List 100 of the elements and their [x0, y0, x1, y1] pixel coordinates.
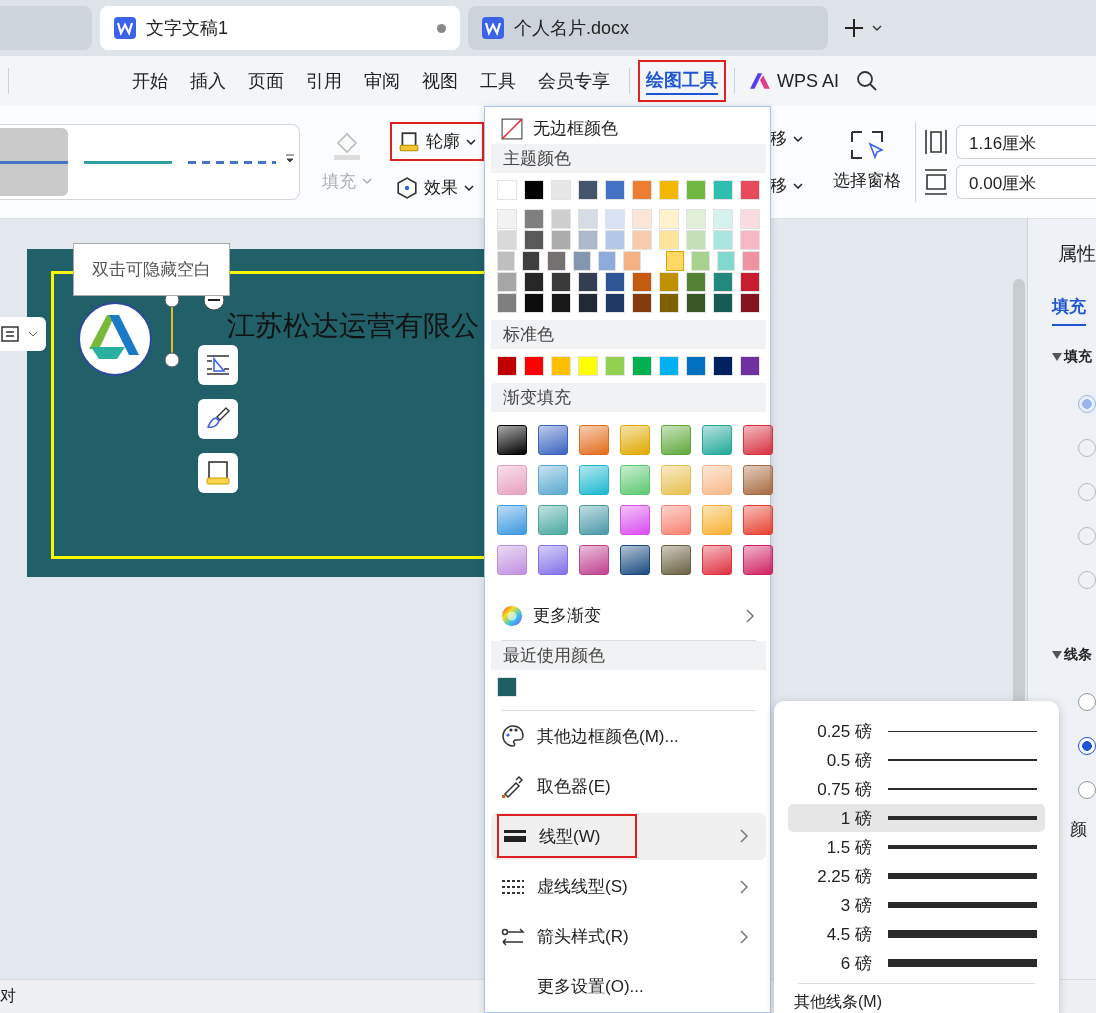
ai-menu-tab[interactable]: WPS AI — [771, 66, 850, 96]
color-swatch[interactable] — [572, 251, 591, 272]
color-swatch[interactable] — [605, 209, 625, 230]
color-swatch[interactable] — [605, 180, 625, 201]
gradient-swatch[interactable] — [743, 425, 773, 456]
gradient-swatch[interactable] — [497, 425, 527, 456]
more-gradients-item[interactable]: 更多渐变 — [491, 597, 766, 635]
color-swatch[interactable] — [686, 293, 706, 314]
menu-tab[interactable]: 引用 — [295, 65, 353, 97]
color-swatch[interactable] — [659, 230, 679, 251]
gradient-swatch[interactable] — [620, 425, 650, 456]
gradient-swatch[interactable] — [620, 545, 650, 576]
send-backward-button[interactable]: 移 — [764, 171, 809, 200]
document-tab[interactable]: 个人名片.docx — [468, 6, 828, 50]
color-swatch[interactable] — [605, 272, 625, 293]
color-swatch[interactable] — [578, 272, 598, 293]
color-swatch[interactable] — [524, 293, 544, 314]
color-swatch[interactable] — [659, 180, 679, 201]
menu-tab[interactable]: 绘图工具 — [638, 60, 726, 102]
color-swatch[interactable] — [659, 272, 679, 293]
document-tab[interactable]: 文字文稿1 — [100, 6, 460, 50]
color-swatch[interactable] — [691, 251, 710, 272]
color-swatch[interactable] — [524, 272, 544, 293]
color-swatch[interactable] — [713, 209, 733, 230]
color-swatch[interactable] — [713, 293, 733, 314]
line-weight-option[interactable]: 6 磅 — [788, 949, 1045, 977]
width-field[interactable]: 1.16厘米 — [956, 125, 1096, 159]
gradient-swatch[interactable] — [620, 505, 650, 536]
selection-pane-button[interactable]: 选择窗格 — [827, 165, 907, 195]
outline-button[interactable]: 轮廓 — [390, 122, 484, 161]
gradient-swatch[interactable] — [620, 465, 650, 496]
color-swatch[interactable] — [713, 230, 733, 251]
color-swatch[interactable] — [524, 230, 544, 251]
menu-item[interactable]: 取色器(E) — [491, 763, 766, 810]
line-weight-option[interactable]: 2.25 磅 — [788, 862, 1045, 890]
color-swatch[interactable] — [578, 180, 598, 201]
color-swatch[interactable] — [716, 251, 735, 272]
color-swatch[interactable] — [713, 180, 733, 201]
gradient-swatch[interactable] — [497, 465, 527, 496]
menu-item[interactable]: 更多设置(O)... — [491, 963, 766, 1010]
line-weight-option[interactable]: 4.5 磅 — [788, 920, 1045, 948]
menu-tab[interactable]: 视图 — [411, 65, 469, 97]
menu-item[interactable]: 其他边框颜色(M)... — [491, 713, 766, 760]
line-weight-option[interactable]: 0.75 磅 — [788, 775, 1045, 803]
radio-button[interactable] — [1078, 737, 1096, 755]
gradient-swatch[interactable] — [538, 465, 568, 496]
gradient-swatch[interactable] — [538, 545, 568, 576]
radio-button[interactable] — [1078, 693, 1096, 711]
section-heading[interactable]: 填充 — [1052, 348, 1092, 366]
color-swatch[interactable] — [597, 251, 616, 272]
color-swatch[interactable] — [497, 209, 517, 230]
effect-button[interactable]: 效果 — [390, 173, 484, 202]
gradient-swatch[interactable] — [743, 505, 773, 536]
color-swatch[interactable] — [740, 293, 760, 314]
color-swatch[interactable] — [632, 293, 652, 314]
brush-icon[interactable] — [198, 399, 238, 439]
menu-tab[interactable]: 工具 — [469, 65, 527, 97]
bring-forward-button[interactable]: 移 — [764, 124, 809, 153]
new-tab-icon[interactable] — [844, 18, 864, 38]
color-swatch[interactable] — [524, 356, 544, 377]
color-swatch[interactable] — [551, 293, 571, 314]
color-swatch[interactable] — [659, 356, 679, 377]
gradient-swatch[interactable] — [497, 505, 527, 536]
line-weight-option[interactable]: 0.5 磅 — [788, 746, 1045, 774]
menu-item[interactable]: 线型(W) — [491, 813, 766, 860]
chevron-down-icon[interactable] — [872, 25, 882, 31]
color-swatch[interactable] — [686, 356, 706, 377]
radio-button[interactable] — [1078, 781, 1096, 799]
color-swatch[interactable] — [524, 180, 544, 201]
gradient-swatch[interactable] — [702, 545, 732, 576]
expand-gallery-icon[interactable] — [285, 153, 295, 165]
status-text[interactable]: 对 — [0, 986, 16, 1007]
line-weight-option[interactable]: 3 磅 — [788, 891, 1045, 919]
color-swatch[interactable] — [740, 272, 760, 293]
gradient-swatch[interactable] — [538, 505, 568, 536]
color-swatch[interactable] — [551, 272, 571, 293]
color-swatch[interactable] — [632, 272, 652, 293]
line-weight-option[interactable]: 1 磅 — [788, 804, 1045, 832]
color-swatch[interactable] — [551, 180, 571, 201]
color-swatch[interactable] — [497, 230, 517, 251]
color-swatch[interactable] — [740, 209, 760, 230]
color-swatch[interactable] — [686, 272, 706, 293]
gradient-swatch[interactable] — [579, 505, 609, 536]
color-swatch[interactable] — [659, 293, 679, 314]
color-swatch[interactable] — [713, 356, 733, 377]
color-swatch[interactable] — [740, 230, 760, 251]
gradient-swatch[interactable] — [497, 545, 527, 576]
color-swatch[interactable] — [605, 293, 625, 314]
color-swatch[interactable] — [632, 230, 652, 251]
line-weight-option[interactable]: 1.5 磅 — [788, 833, 1045, 861]
color-swatch[interactable] — [578, 293, 598, 314]
color-swatch[interactable] — [551, 209, 571, 230]
color-swatch[interactable] — [623, 251, 642, 272]
color-swatch[interactable] — [578, 356, 598, 377]
menu-tab[interactable]: 页面 — [237, 65, 295, 97]
color-swatch[interactable] — [741, 251, 761, 272]
line-weight-option[interactable]: 0.25 磅 — [788, 717, 1045, 745]
color-swatch[interactable] — [666, 251, 685, 272]
color-swatch[interactable] — [740, 356, 760, 377]
gradient-swatch[interactable] — [661, 505, 691, 536]
